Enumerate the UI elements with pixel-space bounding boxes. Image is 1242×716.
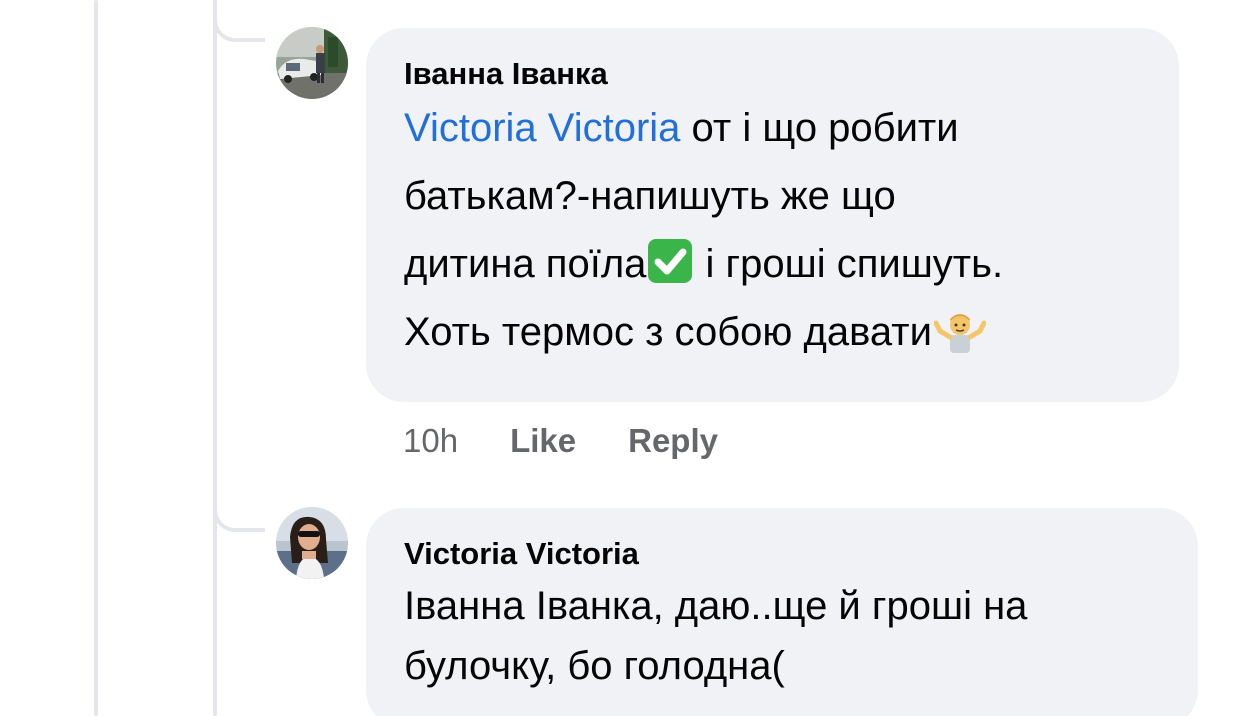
comment-author[interactable]: Victoria Victoria [404, 536, 1160, 572]
thread-line-outer [94, 0, 98, 716]
comment-line: Victoria Victoria от і що робити [404, 94, 1141, 162]
reply-connector [213, 490, 265, 532]
like-button[interactable]: Like [510, 422, 576, 460]
avatar-photo-icon [276, 507, 348, 579]
avatar[interactable] [276, 27, 348, 99]
comment-author[interactable]: Іванна Іванка [404, 56, 1141, 92]
reply-button[interactable]: Reply [628, 422, 718, 460]
comment-line: булочку, бо голодна( [404, 644, 785, 688]
comment-actions: 10h Like Reply [403, 418, 770, 464]
comment-text-fragment: Хоть термос з собою давати [404, 310, 932, 354]
avatar[interactable] [276, 507, 348, 579]
thread-line-inner [213, 0, 217, 716]
comments-thread: Іванна Іванка Victoria Victoria от і що … [0, 0, 1242, 716]
comment-bubble: Victoria Victoria Іванна Іванка, даю..ще… [366, 508, 1198, 716]
comment-text-fragment: от і що робити [680, 106, 959, 150]
comment-bubble: Іванна Іванка Victoria Victoria от і що … [366, 28, 1179, 402]
reply-connector [213, 0, 265, 42]
mention-link[interactable]: Victoria Victoria [404, 106, 680, 150]
comment-text: Victoria Victoria от і що робити батькам… [404, 94, 1141, 366]
comment-text: Іванна Іванка, даю..ще й гроші на булочк… [404, 576, 1160, 696]
comment-text-fragment: і гроші спишуть. [694, 242, 1004, 286]
comment-line: батькам?-напишуть же що [404, 174, 896, 218]
check-mark-emoji-icon [648, 239, 693, 283]
comment-timestamp[interactable]: 10h [403, 422, 458, 460]
comment-line: Хоть термос з собою давати [404, 298, 1141, 366]
person-shrugging-emoji-icon [933, 306, 987, 353]
comment-line: Іванна Іванка, даю..ще й гроші на [404, 584, 1028, 628]
comment-line: дитина поїла і гроші спишуть. [404, 230, 1141, 298]
comment-text-fragment: дитина поїла [404, 242, 647, 286]
avatar-photo-icon [276, 27, 348, 99]
